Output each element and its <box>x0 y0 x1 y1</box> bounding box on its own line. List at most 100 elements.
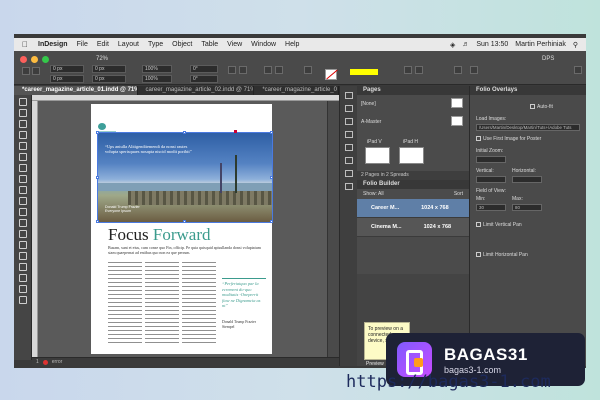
screen-mode-icon[interactable] <box>19 296 27 304</box>
tab-document-2[interactable]: career_magazine_article_02.indd @ 71% <box>138 86 255 95</box>
menu-edit[interactable]: Edit <box>97 41 109 48</box>
menu-window[interactable]: Window <box>251 41 276 48</box>
device-ipad-v[interactable]: iPad V <box>367 139 382 145</box>
scale-y-field[interactable]: 100% <box>142 75 172 83</box>
gap-tool-icon[interactable] <box>19 131 27 139</box>
limit-horizontal-pan-checkbox[interactable]: Limit Horizontal Pan <box>476 252 528 258</box>
vertical-scrollbar[interactable] <box>327 101 339 357</box>
menu-object[interactable]: Object <box>172 41 192 48</box>
rotate-90-cw-button[interactable] <box>228 66 236 74</box>
preflight-error-icon[interactable] <box>42 359 48 365</box>
width-field[interactable]: 0 px <box>92 65 126 73</box>
fit-content-icon[interactable] <box>415 66 423 74</box>
frame-handle-bottom-left[interactable] <box>96 220 99 223</box>
menu-table[interactable]: Table <box>201 41 218 48</box>
tab-document-3[interactable]: *career_magazine_article_0 <box>254 86 339 95</box>
body-column-3[interactable] <box>182 262 216 346</box>
effects-panel-icon[interactable] <box>345 170 353 177</box>
folio-row-career[interactable]: Career M... 1024 x 768 <box>357 199 469 218</box>
wifi-icon[interactable]: ◈ <box>450 41 455 49</box>
photo-quote[interactable]: “Ups aniulla Alitigenditemendi da nonsi … <box>105 144 193 155</box>
lightning-icon[interactable] <box>574 66 582 74</box>
shear-field[interactable]: 0° <box>190 75 218 83</box>
folio-sort[interactable]: Sort <box>454 189 463 199</box>
rotation-field[interactable]: 0° <box>190 65 218 73</box>
preview-button[interactable]: Preview <box>366 361 384 367</box>
folio-builder-title[interactable]: Folio Builder <box>357 180 469 189</box>
menu-type[interactable]: Type <box>148 41 163 48</box>
initial-zoom-field[interactable] <box>476 156 506 163</box>
menu-view[interactable]: View <box>227 41 242 48</box>
pull-quote[interactable]: “Perferiatquo par la ecrement do-quo mod… <box>222 278 266 309</box>
menu-file[interactable]: File <box>77 41 88 48</box>
none-master-label[interactable]: [None] <box>361 101 376 107</box>
pen-tool-icon[interactable] <box>19 164 27 172</box>
frame-handle-top-right[interactable] <box>270 131 273 134</box>
horizontal-field[interactable] <box>512 176 542 183</box>
page-number-field[interactable]: 1 <box>36 359 39 365</box>
deck-text[interactable]: Busam, sunt et eius, cum conse quo Fin, … <box>108 245 266 255</box>
zoom-tool-icon[interactable] <box>19 274 27 282</box>
pages-panel-title[interactable]: Pages <box>357 86 469 95</box>
type-tool-icon[interactable] <box>19 142 27 150</box>
menu-app-name[interactable]: InDesign <box>38 41 68 48</box>
text-wrap-icon[interactable] <box>454 66 462 74</box>
x-position-field[interactable]: 0 px <box>50 65 84 73</box>
stroke-none-swatch[interactable] <box>325 69 337 80</box>
reference-point-icon[interactable] <box>22 67 30 75</box>
frame-handle-top-left[interactable] <box>96 131 99 134</box>
device-ipad-h[interactable]: iPad H <box>403 139 418 145</box>
use-first-image-checkbox[interactable]: Use First Image for Poster <box>476 136 541 142</box>
vertical-field[interactable] <box>476 176 506 183</box>
free-transform-tool-icon[interactable] <box>19 219 27 227</box>
direct-selection-tool-icon[interactable] <box>19 109 27 117</box>
body-column-2[interactable] <box>145 262 179 346</box>
folio-overlays-title[interactable]: Folio Overlays <box>470 86 586 95</box>
line-tool-icon[interactable] <box>19 153 27 161</box>
none-master-thumbnail[interactable] <box>451 98 463 108</box>
photo-caption[interactable]: Donald Trump Frazier Everyone Ipsum <box>105 205 155 213</box>
note-tool-icon[interactable] <box>19 241 27 249</box>
apple-icon[interactable]:  <box>22 40 28 49</box>
body-column-1[interactable] <box>108 262 142 346</box>
flip-horizontal-button[interactable] <box>264 66 272 74</box>
load-images-path[interactable]: /Users/Martin/Desktop/Martin/Tuts+/Adobe… <box>476 124 580 131</box>
hand-tool-icon[interactable] <box>19 263 27 271</box>
page-1-thumbnail[interactable] <box>365 147 390 164</box>
menubar-clock[interactable]: Sun 13:50 <box>476 41 508 48</box>
eyedropper-tool-icon[interactable] <box>19 252 27 260</box>
stroke-weight-swatch[interactable] <box>350 69 378 75</box>
headline[interactable]: Focus Forward <box>108 225 210 245</box>
frame-handle-right-middle[interactable] <box>270 176 273 179</box>
selection-tool-icon[interactable] <box>19 98 27 106</box>
minimize-window-button[interactable] <box>31 56 38 63</box>
flip-vertical-button[interactable] <box>275 66 283 74</box>
gradient-tool-icon[interactable] <box>19 230 27 238</box>
pencil-tool-icon[interactable] <box>19 175 27 183</box>
scissors-tool-icon[interactable] <box>19 208 27 216</box>
frame-handle-left-middle[interactable] <box>96 176 99 179</box>
rotate-90-ccw-button[interactable] <box>239 66 247 74</box>
links-panel-icon[interactable] <box>345 118 353 125</box>
rectangle-frame-tool-icon[interactable] <box>19 186 27 194</box>
text-wrap-panel-icon[interactable] <box>345 183 353 190</box>
a-master-thumbnail[interactable] <box>451 116 463 126</box>
fill-stroke-icon[interactable] <box>19 285 27 293</box>
stroke-panel-icon[interactable] <box>345 131 353 138</box>
layers-panel-icon[interactable] <box>345 105 353 112</box>
auto-fit-checkbox[interactable]: Auto-fit <box>530 104 553 110</box>
swatches-panel-icon[interactable] <box>345 144 353 151</box>
workspace-switcher[interactable]: DPS <box>542 56 554 62</box>
volume-icon[interactable]: ♬ <box>462 41 469 48</box>
page-2-thumbnail[interactable] <box>399 147 424 164</box>
fill-swatch[interactable] <box>304 66 312 74</box>
tab-document-1[interactable]: *career_magazine_article_01.indd @ 71% <box>14 86 138 95</box>
selected-image-frame[interactable]: “Ups aniulla Alitigenditemendi da nonsi … <box>97 132 273 223</box>
frame-handle-bottom-middle[interactable] <box>183 220 186 223</box>
min-field[interactable]: 30 <box>476 204 506 211</box>
menu-help[interactable]: Help <box>285 41 299 48</box>
effects-fx-icon[interactable] <box>470 66 478 74</box>
frame-handle-bottom-right[interactable] <box>270 220 273 223</box>
folio-row-cinema[interactable]: Cinema M... 1024 x 768 <box>357 218 469 237</box>
rectangle-tool-icon[interactable] <box>19 197 27 205</box>
